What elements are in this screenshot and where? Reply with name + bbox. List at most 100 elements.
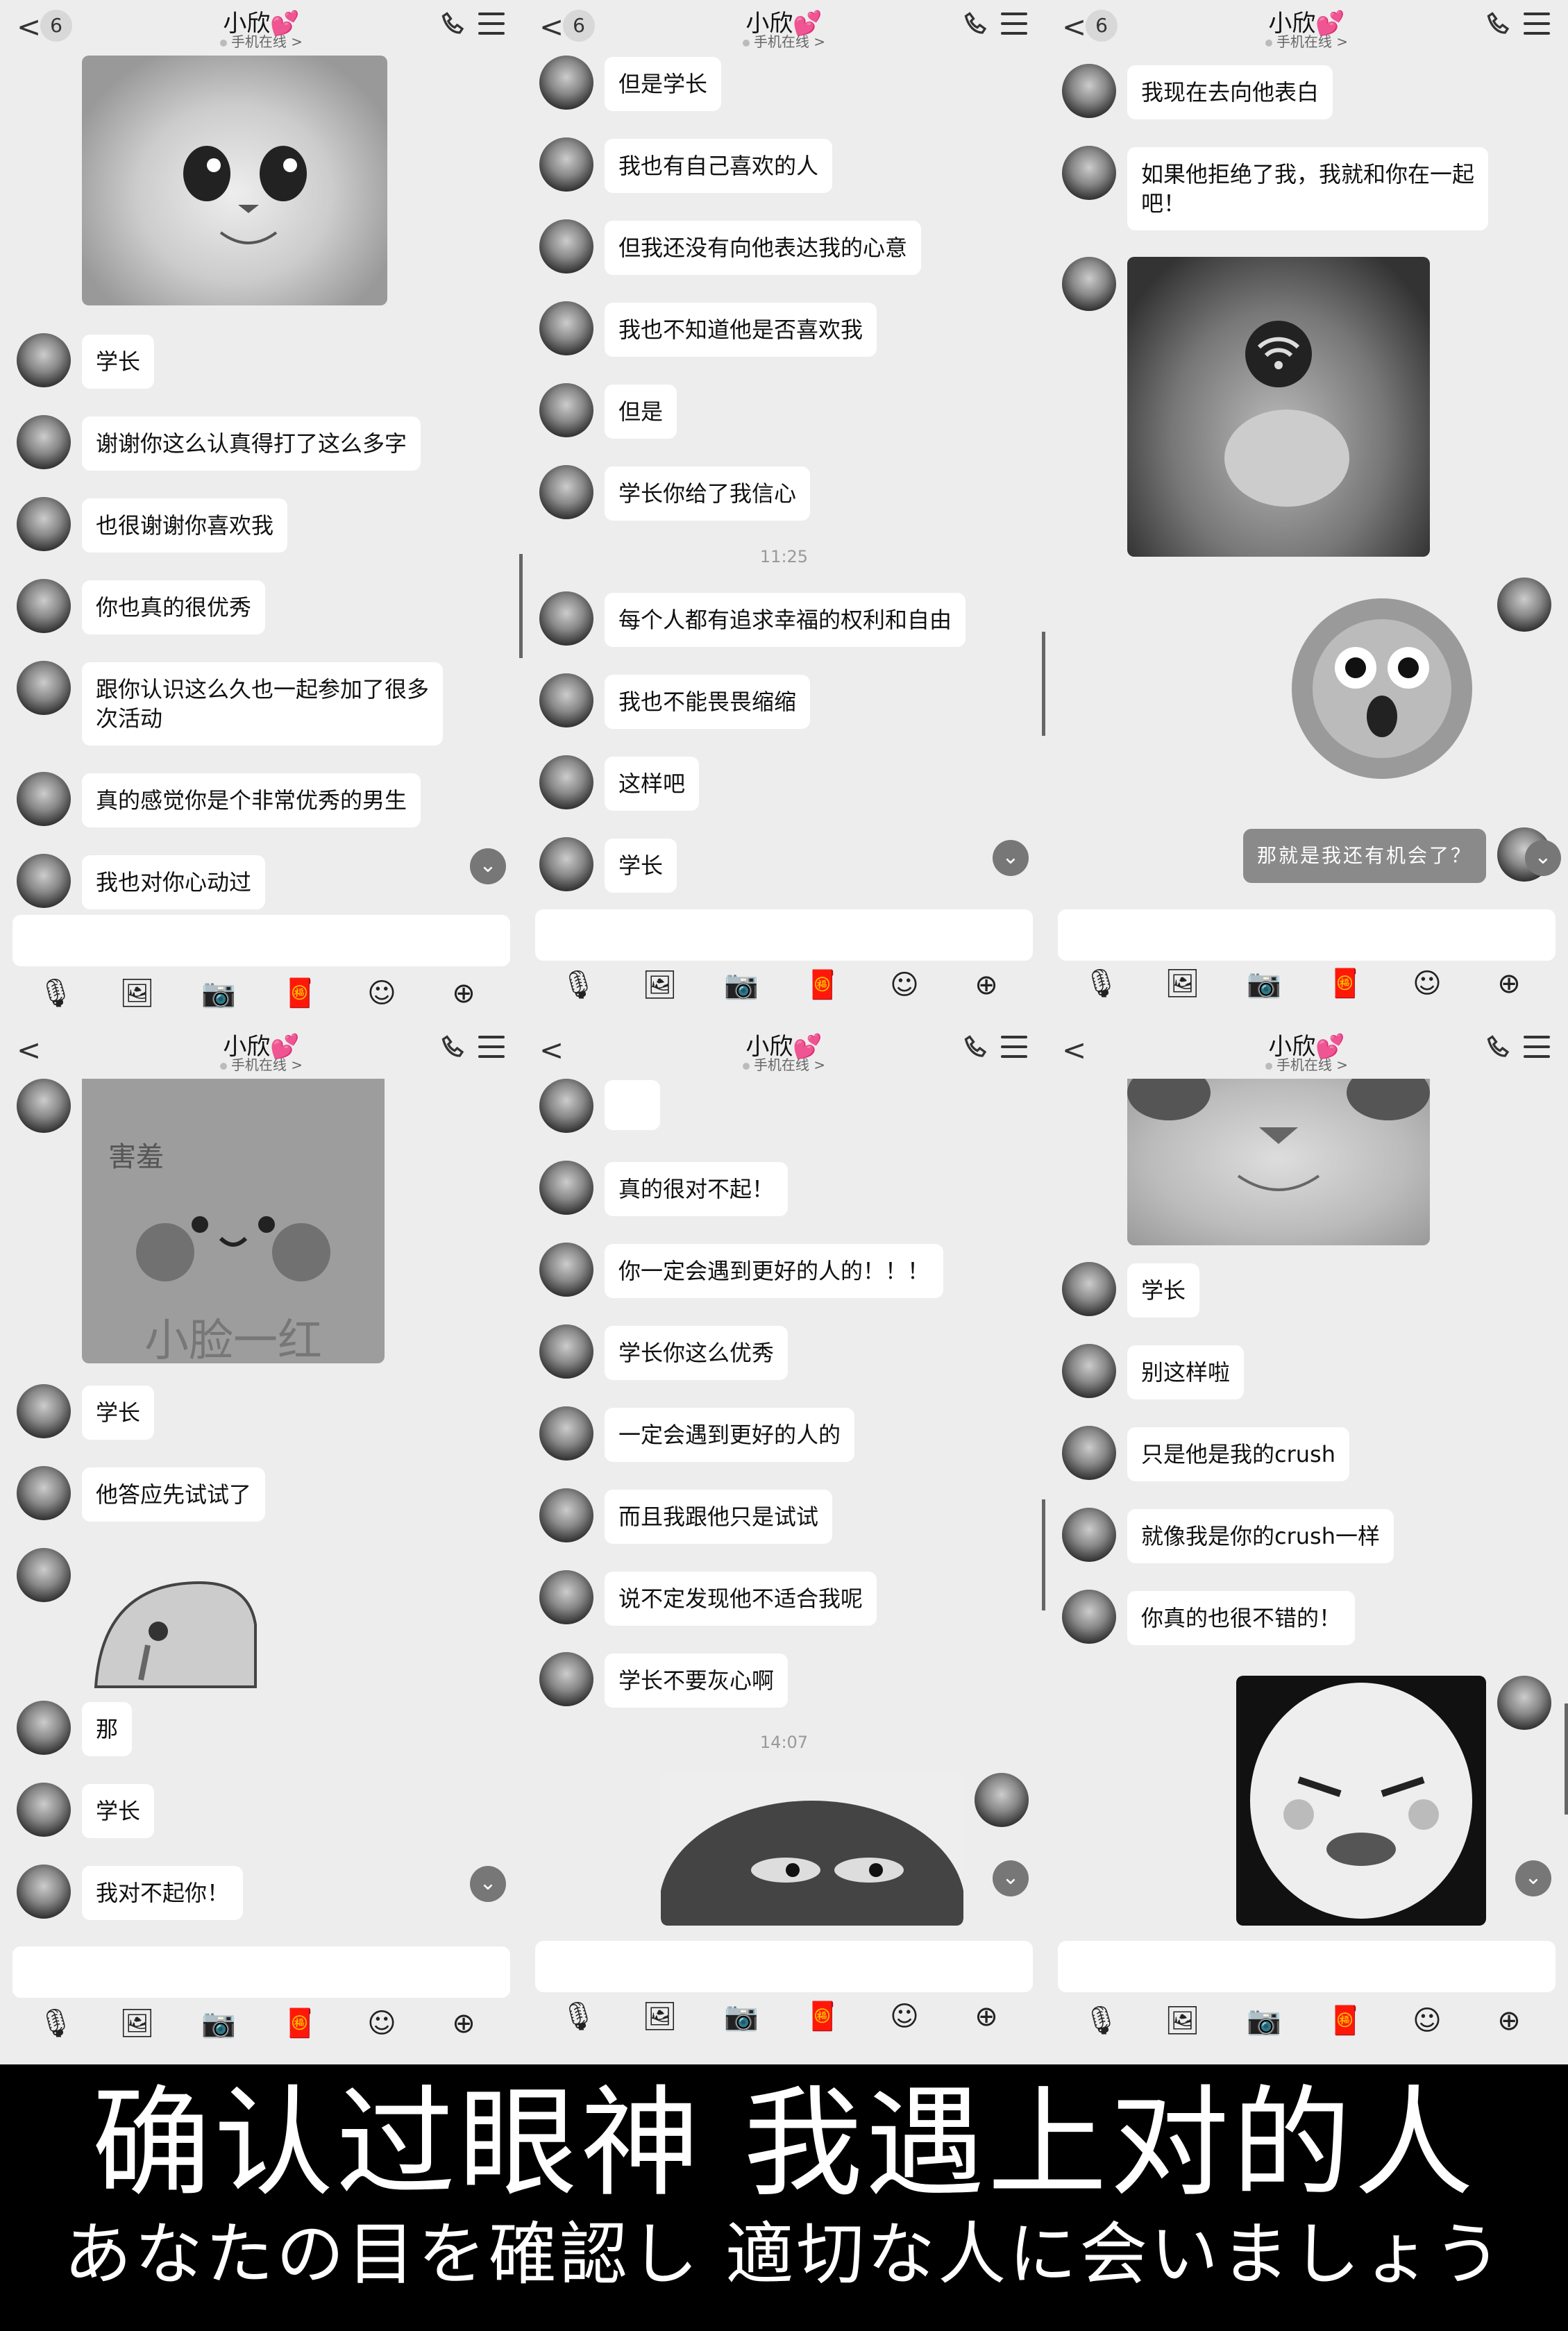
avatar[interactable] [539, 1079, 593, 1133]
avatar[interactable] [1062, 64, 1116, 118]
menu-icon[interactable] [478, 12, 505, 37]
message-bubble[interactable]: 只是他是我的crush [1127, 1427, 1349, 1481]
message-input[interactable] [1058, 1941, 1556, 1992]
avatar[interactable] [17, 497, 71, 551]
avatar[interactable] [539, 1488, 593, 1542]
message-bubble[interactable]: 学长 [82, 335, 155, 389]
camera-icon[interactable]: 📷 [201, 2006, 236, 2041]
camera-icon[interactable]: 📷 [724, 1999, 759, 2034]
small-sticker-bubble[interactable] [605, 1080, 660, 1130]
plus-icon[interactable]: ⊕ [1492, 2003, 1526, 2038]
camera-icon[interactable]: 📷 [1247, 966, 1281, 1001]
avatar[interactable] [1062, 1508, 1116, 1562]
avatar[interactable] [539, 219, 593, 274]
message-input[interactable] [12, 1946, 510, 1998]
plus-icon[interactable]: ⊕ [969, 968, 1004, 1002]
phone-icon[interactable] [962, 1033, 993, 1063]
message-bubble[interactable]: 学长 [605, 839, 677, 893]
plus-icon[interactable]: ⊕ [446, 2006, 481, 2041]
red-packet-icon[interactable]: 🧧 [1328, 966, 1363, 1001]
avatar[interactable] [539, 673, 593, 727]
image-icon[interactable]: 🖼 [119, 976, 155, 1011]
shy-bear-sticker[interactable]: 害羞 小脸一红 [82, 1072, 385, 1363]
message-bubble[interactable]: 这样吧 [605, 757, 700, 811]
avatar[interactable] [17, 772, 71, 826]
mic-icon[interactable]: 🎙 [561, 968, 596, 1002]
camera-icon[interactable]: 📷 [1247, 2003, 1281, 2038]
scroll-down-icon[interactable]: ⌄ [1525, 840, 1561, 876]
avatar[interactable] [539, 301, 593, 355]
red-packet-icon[interactable]: 🧧 [283, 976, 317, 1011]
message-bubble[interactable]: 谢谢你这么认真得打了这么多字 [82, 416, 421, 471]
message-bubble[interactable]: 就像我是你的crush一样 [1127, 1509, 1394, 1563]
avatar[interactable] [1062, 1262, 1116, 1316]
menu-icon[interactable] [1524, 12, 1550, 37]
avatar[interactable] [17, 415, 71, 469]
avatar[interactable] [1062, 1590, 1116, 1644]
message-bubble[interactable]: 你一定会遇到更好的人的！！！ [605, 1244, 944, 1298]
message-bubble[interactable]: 学长 [82, 1386, 155, 1440]
message-bubble[interactable]: 而且我跟他只是试试 [605, 1490, 833, 1544]
menu-icon[interactable] [1001, 1036, 1027, 1061]
avatar[interactable] [539, 755, 593, 809]
image-icon[interactable]: 🖼 [1165, 2003, 1200, 2038]
scroll-down-icon[interactable]: ⌄ [1515, 1860, 1551, 1896]
message-bubble[interactable]: 那 [82, 1702, 133, 1756]
scroll-down-icon[interactable]: ⌄ [993, 1860, 1029, 1896]
message-bubble[interactable]: 学长不要灰心啊 [605, 1653, 789, 1708]
message-bubble[interactable]: 如果他拒绝了我，我就和你在一起 吧！ [1127, 147, 1489, 230]
message-bubble[interactable]: 但我还没有向他表达我的心意 [605, 221, 922, 275]
emoji-icon[interactable]: ☺ [364, 976, 399, 1011]
cat-closeup-sticker[interactable] [1127, 1072, 1430, 1245]
message-input[interactable] [12, 915, 510, 966]
avatar[interactable] [1062, 146, 1116, 200]
message-input[interactable] [535, 909, 1033, 961]
avatar[interactable] [539, 1652, 593, 1706]
avatar[interactable] [17, 333, 71, 387]
red-packet-icon[interactable]: 🧧 [805, 968, 840, 1002]
avatar-self[interactable] [975, 1773, 1029, 1827]
message-bubble[interactable]: 但是学长 [605, 57, 722, 111]
avatar-self[interactable] [1497, 1676, 1551, 1730]
menu-icon[interactable] [1001, 12, 1027, 37]
message-bubble[interactable]: 别这样啦 [1127, 1345, 1245, 1399]
cat-heart-sticker[interactable] [1127, 257, 1430, 557]
avatar[interactable] [17, 1783, 71, 1837]
angry-face-sticker[interactable] [1236, 1676, 1486, 1926]
avatar[interactable] [539, 1570, 593, 1624]
emoji-sticker[interactable] [1278, 591, 1486, 786]
image-icon[interactable]: 🖼 [642, 968, 677, 1002]
menu-icon[interactable] [478, 1036, 505, 1061]
mic-icon[interactable]: 🎙 [561, 1999, 596, 2034]
image-icon[interactable]: 🖼 [119, 2006, 155, 2041]
message-bubble[interactable]: 学长 [1127, 1263, 1200, 1318]
avatar[interactable] [539, 1161, 593, 1215]
message-bubble[interactable]: 我现在去向他表白 [1127, 65, 1333, 119]
avatar[interactable] [539, 56, 593, 110]
message-bubble[interactable]: 真的很对不起！ [605, 1162, 789, 1216]
cat-sticker[interactable] [82, 56, 387, 305]
camera-icon[interactable]: 📷 [724, 968, 759, 1002]
message-bubble[interactable]: 你真的也很不错的！ [1127, 1591, 1356, 1645]
frog-sticker[interactable] [661, 1773, 963, 1926]
crying-cat-sticker[interactable] [82, 1562, 262, 1694]
message-list[interactable]: 但是学长 我也有自己喜欢的人 但我还没有向他表达我的心意 我也不知道他是否喜欢我… [523, 56, 1045, 898]
avatar[interactable] [539, 383, 593, 437]
my-message-bubble[interactable]: 那就是我还有机会了？ [1242, 829, 1486, 883]
message-input[interactable] [1058, 909, 1556, 961]
message-bubble[interactable]: 但是 [605, 385, 677, 439]
message-bubble[interactable]: 一定会遇到更好的人的 [605, 1408, 855, 1462]
scroll-down-icon[interactable]: ⌄ [470, 1866, 506, 1902]
scrollbar[interactable] [1565, 1703, 1568, 1815]
message-bubble[interactable]: 真的感觉你是个非常优秀的男生 [82, 773, 421, 827]
mic-icon[interactable]: 🎙 [1084, 966, 1119, 1001]
message-bubble[interactable]: 我也不知道他是否喜欢我 [605, 303, 877, 357]
image-icon[interactable]: 🖼 [642, 1999, 677, 2034]
avatar[interactable] [17, 1865, 71, 1919]
red-packet-icon[interactable]: 🧧 [1328, 2003, 1363, 2038]
message-bubble[interactable]: 学长你这么优秀 [605, 1326, 789, 1380]
plus-icon[interactable]: ⊕ [1492, 966, 1526, 1001]
phone-icon[interactable] [1485, 1033, 1515, 1063]
message-bubble[interactable]: 你也真的很优秀 [82, 580, 266, 634]
message-bubble[interactable]: 我也对你心动过 [82, 855, 266, 909]
